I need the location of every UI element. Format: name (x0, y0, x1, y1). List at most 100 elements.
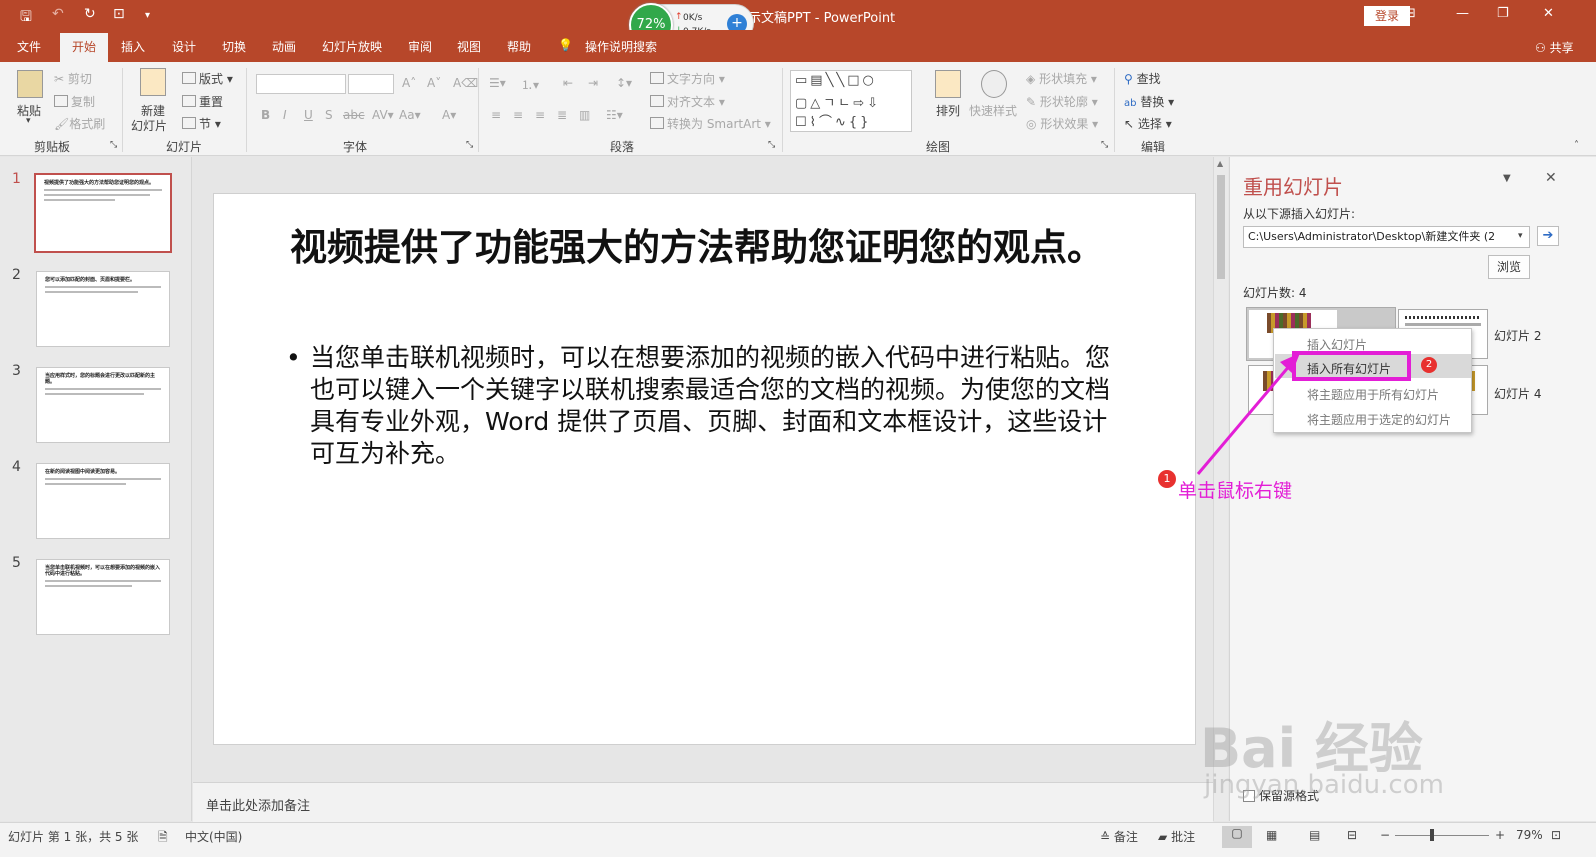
close-icon[interactable]: ✕ (1543, 6, 1554, 21)
quick-styles-button[interactable]: 快速样式 (969, 102, 1017, 119)
notes-pane[interactable]: 单击此处添加备注 (193, 782, 1213, 822)
tab-review[interactable]: 审阅 (408, 38, 432, 55)
shape-outline-button[interactable]: ✎ 形状轮廓 ▾ (1026, 93, 1098, 110)
grow-font-icon[interactable]: A˄ (402, 76, 416, 90)
layout-button[interactable]: 版式 ▾ (182, 70, 233, 87)
decrease-indent-icon[interactable]: ⇤ (563, 76, 573, 90)
notes-toggle[interactable]: ≙ 备注 (1100, 828, 1138, 845)
collapse-ribbon-icon[interactable]: ˄ (1574, 140, 1579, 151)
comments-toggle[interactable]: ▰ 批注 (1158, 828, 1195, 845)
select-button[interactable]: ↖ 选择 ▾ (1124, 115, 1172, 132)
slide-body[interactable]: • 当您单击联机视频时，可以在想要添加的视频的嵌入代码中进行粘贴。您也可以键入一… (286, 342, 1126, 470)
tab-slideshow[interactable]: 幻灯片放映 (322, 38, 382, 55)
replace-button[interactable]: ab 替换 ▾ (1124, 93, 1174, 110)
slide-thumbnail-5[interactable]: 当您单击联机视频时，可以在想要添加的视频的嵌入代码中进行粘贴。 (36, 559, 170, 635)
line-spacing-icon[interactable]: ↕▾ (616, 76, 632, 90)
shape-fill-button[interactable]: ◈ 形状填充 ▾ (1026, 70, 1097, 87)
tab-home[interactable]: 开始 (60, 33, 109, 62)
zoom-out-icon[interactable]: − (1380, 828, 1390, 842)
change-case-icon[interactable]: Aa▾ (399, 108, 421, 122)
align-left-icon[interactable]: ≡ (491, 108, 501, 122)
new-slide-button-2[interactable]: 幻灯片 (131, 117, 167, 134)
source-path-input[interactable]: C:\Users\Administrator\Desktop\新建文件夹 (2 (1243, 226, 1530, 248)
slide-thumbnail-4[interactable]: 在新的阅读视图中阅读更加容易。 (36, 463, 170, 539)
tab-insert[interactable]: 插入 (121, 38, 145, 55)
shadow-icon[interactable]: S (325, 108, 333, 122)
ribbon-display-icon[interactable]: ⊟ (1405, 6, 1416, 21)
strikethrough-icon[interactable]: abc (343, 108, 365, 122)
restore-icon[interactable]: ❐ (1497, 6, 1509, 21)
font-launcher-icon[interactable]: ⤡ (466, 140, 473, 150)
tab-transitions[interactable]: 切换 (222, 38, 246, 55)
char-spacing-icon[interactable]: AV▾ (372, 108, 394, 122)
zoom-in-icon[interactable]: + (1495, 828, 1505, 842)
cut-button[interactable]: ✂ 剪切 (54, 70, 92, 87)
tab-animations[interactable]: 动画 (272, 38, 296, 55)
save-icon[interactable]: 🖫 (20, 6, 32, 30)
format-painter-button[interactable]: 🖌格式刷 (54, 115, 105, 132)
tell-me-search[interactable]: 操作说明搜索 (585, 38, 657, 55)
clipboard-launcher-icon[interactable]: ⤡ (110, 140, 117, 150)
shrink-font-icon[interactable]: A˅ (427, 76, 441, 90)
font-color-icon[interactable]: A▾ (442, 108, 456, 122)
language[interactable]: 中文(中国) (185, 828, 242, 845)
zoom-slider[interactable] (1395, 835, 1489, 836)
menu-item-apply-theme-all[interactable]: 将主题应用于所有幻灯片 (1307, 386, 1439, 403)
tab-view[interactable]: 视图 (457, 38, 481, 55)
shapes-gallery[interactable]: ▭▤╲╲□○ ▢△ㄱㄴ⇨⇩ ☐⌇⌒∿{} (790, 70, 912, 132)
drawing-launcher-icon[interactable]: ⤡ (1101, 140, 1108, 150)
reading-view-icon[interactable]: ▤ (1309, 828, 1320, 842)
tab-design[interactable]: 设计 (172, 38, 196, 55)
browse-button[interactable]: 浏览 (1488, 255, 1530, 279)
slide-thumbnail-1[interactable]: 视频提供了功能强大的方法帮助您证明您的观点。 (34, 173, 172, 253)
slide-thumbnail-2[interactable]: 您可以添加匹配的封面、页眉和提要栏。 (36, 271, 170, 347)
tab-help[interactable]: 帮助 (507, 38, 531, 55)
zoom-level[interactable]: 79% (1516, 828, 1543, 842)
pane-options-icon[interactable]: ▼ (1503, 173, 1511, 184)
distribute-icon[interactable]: ▥ (579, 108, 590, 122)
share-button[interactable]: ⚇ 共享 (1535, 39, 1574, 56)
spellcheck-icon[interactable]: 🗎 (158, 828, 168, 849)
align-text-button[interactable]: 对齐文本 ▾ (650, 93, 725, 110)
login-button[interactable]: 登录 (1364, 6, 1410, 26)
fit-to-window-icon[interactable]: ⊡ (1551, 828, 1561, 842)
slide-canvas[interactable]: 视频提供了功能强大的方法帮助您证明您的观点。 • 当您单击联机视频时，可以在想要… (213, 193, 1196, 745)
reset-button[interactable]: 重置 (182, 93, 223, 110)
italic-icon[interactable]: I (283, 108, 287, 122)
text-direction-button[interactable]: 文字方向 ▾ (650, 70, 725, 87)
source-dropdown-icon[interactable]: ▾ (1518, 231, 1523, 241)
font-size-select[interactable] (348, 74, 394, 94)
menu-item-apply-theme-selected[interactable]: 将主题应用于选定的幻灯片 (1307, 411, 1451, 428)
zoom-slider-handle[interactable] (1430, 829, 1434, 841)
bullets-icon[interactable]: ☰▾ (489, 76, 506, 90)
underline-icon[interactable]: U (304, 108, 313, 122)
columns-icon[interactable]: ☷▾ (606, 108, 623, 122)
redo-icon[interactable]: ↻ (84, 6, 96, 22)
smartart-button[interactable]: 转换为 SmartArt ▾ (650, 115, 771, 132)
pane-close-icon[interactable]: ✕ (1545, 170, 1557, 186)
increase-indent-icon[interactable]: ⇥ (588, 76, 598, 90)
numbering-icon[interactable]: ⒈▾ (521, 76, 539, 93)
paragraph-launcher-icon[interactable]: ⤡ (768, 140, 775, 150)
align-right-icon[interactable]: ≡ (535, 108, 545, 122)
clear-format-icon[interactable]: A⌫ (453, 76, 478, 90)
arrange-button[interactable]: 排列 (936, 102, 960, 119)
find-button[interactable]: ⚲ 查找 (1124, 70, 1161, 87)
scroll-up-icon[interactable]: ▲ (1217, 159, 1223, 168)
section-button[interactable]: 节 ▾ (182, 115, 221, 132)
scrollbar-thumb[interactable] (1217, 175, 1225, 279)
slide-sorter-icon[interactable]: ▦ (1266, 828, 1277, 842)
align-center-icon[interactable]: ≡ (513, 108, 523, 122)
undo-icon[interactable]: ↶ (52, 6, 64, 22)
bold-icon[interactable]: B (261, 108, 270, 122)
present-icon[interactable]: ⊡ (113, 6, 125, 22)
tab-file[interactable]: 文件 (17, 38, 41, 55)
shape-effects-button[interactable]: ◎ 形状效果 ▾ (1026, 115, 1098, 132)
go-arrow-icon[interactable]: ➔ (1537, 226, 1559, 246)
minimize-icon[interactable]: — (1456, 6, 1469, 21)
justify-icon[interactable]: ≣ (557, 108, 567, 122)
font-family-select[interactable] (256, 74, 346, 94)
slide-title[interactable]: 视频提供了功能强大的方法帮助您证明您的观点。 (290, 226, 1130, 269)
normal-view-icon[interactable]: ▢ (1222, 826, 1252, 848)
copy-button[interactable]: 复制 (54, 93, 95, 110)
